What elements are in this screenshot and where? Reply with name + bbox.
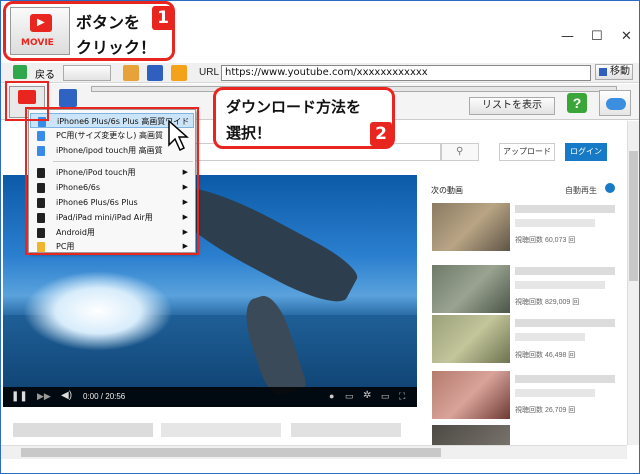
- video-thumbnail[interactable]: [432, 203, 510, 251]
- url-input[interactable]: https://www.youtube.com/xxxxxxxxxxxx: [221, 65, 591, 81]
- captions-icon[interactable]: ▭: [345, 391, 354, 402]
- video-thumbnail[interactable]: [432, 371, 510, 419]
- scrollbar-thumb[interactable]: [21, 448, 441, 457]
- video-title-blur: [13, 423, 153, 437]
- maximize-button[interactable]: ☐: [591, 29, 603, 44]
- list-button[interactable]: リストを表示: [469, 97, 555, 115]
- fullscreen-icon[interactable]: ⛶: [399, 391, 405, 402]
- app-window: — ☐ ✕ 戻る URL 移動 https://www.youtube.com/…: [0, 0, 640, 474]
- video-thumbnail[interactable]: [432, 425, 510, 445]
- video-title-blur: [515, 389, 595, 397]
- stop-icon[interactable]: [171, 65, 187, 81]
- info-icon[interactable]: ●: [329, 391, 334, 401]
- back-arrow-icon[interactable]: [13, 65, 27, 79]
- go-label: 移動: [610, 66, 630, 77]
- video-title-blur-2: [161, 423, 281, 437]
- next-icon[interactable]: ▶▶: [37, 391, 51, 402]
- minimize-button[interactable]: —: [561, 29, 574, 44]
- autoplay-toggle[interactable]: [605, 183, 615, 193]
- url-label: URL: [199, 67, 220, 78]
- close-button[interactable]: ✕: [621, 29, 632, 44]
- movie-label: MOVIE: [21, 38, 54, 48]
- mouse-cursor-icon: [168, 119, 189, 152]
- settings-gear-icon[interactable]: ✲: [363, 390, 371, 401]
- step-badge-2: 2: [370, 122, 392, 146]
- video-title-blur: [515, 375, 615, 383]
- video-title-blur: [515, 281, 605, 289]
- splash-graphic: [23, 271, 173, 351]
- time-display: 0:00 / 20:56: [83, 392, 126, 401]
- step-badge-1: 1: [152, 6, 174, 30]
- next-videos-heading: 次の動画: [431, 186, 463, 195]
- search-button[interactable]: ⚲: [441, 143, 479, 161]
- callout-1-line1: ボタンを: [76, 13, 141, 32]
- qa-icon: [606, 98, 626, 110]
- qa-button[interactable]: [599, 90, 631, 116]
- video-title-blur: [515, 267, 615, 275]
- callout-step-1: ▶ MOVIE ボタンを クリック！ 1: [3, 1, 175, 61]
- callout-2-line2: 選択！: [226, 124, 272, 142]
- video-title-blur: [515, 333, 585, 341]
- go-arrow-icon: [599, 68, 607, 76]
- login-button[interactable]: ログイン: [565, 143, 607, 161]
- scrollbar-thumb[interactable]: [629, 151, 638, 281]
- volume-icon[interactable]: ◀): [61, 390, 72, 401]
- play-icon: ▶: [37, 17, 45, 28]
- help-icon[interactable]: ?: [567, 93, 587, 113]
- callout-1-line2: クリック！: [76, 38, 157, 57]
- video-views: 視聴回数 829,009 回: [515, 299, 580, 306]
- video-thumbnail[interactable]: [432, 315, 510, 363]
- video-views: 視聴回数 46,498 回: [515, 352, 576, 359]
- horizontal-scrollbar[interactable]: [1, 445, 627, 459]
- video-views: 視聴回数 26,709 回: [515, 407, 576, 414]
- theater-icon[interactable]: ▭: [381, 391, 390, 402]
- video-thumbnail[interactable]: [432, 265, 510, 313]
- video-title-blur-3: [291, 423, 401, 437]
- video-title-blur: [515, 219, 595, 227]
- back-label[interactable]: 戻る: [35, 66, 55, 81]
- go-button[interactable]: 移動: [595, 64, 633, 80]
- vertical-scrollbar[interactable]: [627, 121, 639, 445]
- video-title-blur: [515, 205, 615, 213]
- history-button[interactable]: [63, 65, 111, 81]
- music-icon[interactable]: [59, 89, 77, 107]
- video-title-blur: [515, 319, 615, 327]
- autoplay-label: 自動再生: [565, 186, 597, 195]
- player-controls: ❚❚ ▶▶ ◀) 0:00 / 20:56 ● ▭ ✲ ▭ ⛶: [3, 387, 417, 407]
- video-views: 視聴回数 60,073 回: [515, 237, 576, 244]
- upload-button[interactable]: アップロード: [499, 143, 555, 161]
- callout-step-2: ダウンロード方法を 選択！ 2: [213, 87, 395, 149]
- movie-icon: ▶: [30, 14, 52, 32]
- movie-button-illustration: ▶ MOVIE: [10, 7, 70, 55]
- search-icon: ⚲: [456, 146, 464, 157]
- refresh-icon[interactable]: [147, 65, 163, 81]
- home-icon[interactable]: [123, 65, 139, 81]
- pause-icon[interactable]: ❚❚: [11, 391, 28, 402]
- callout-2-line1: ダウンロード方法を: [226, 98, 362, 116]
